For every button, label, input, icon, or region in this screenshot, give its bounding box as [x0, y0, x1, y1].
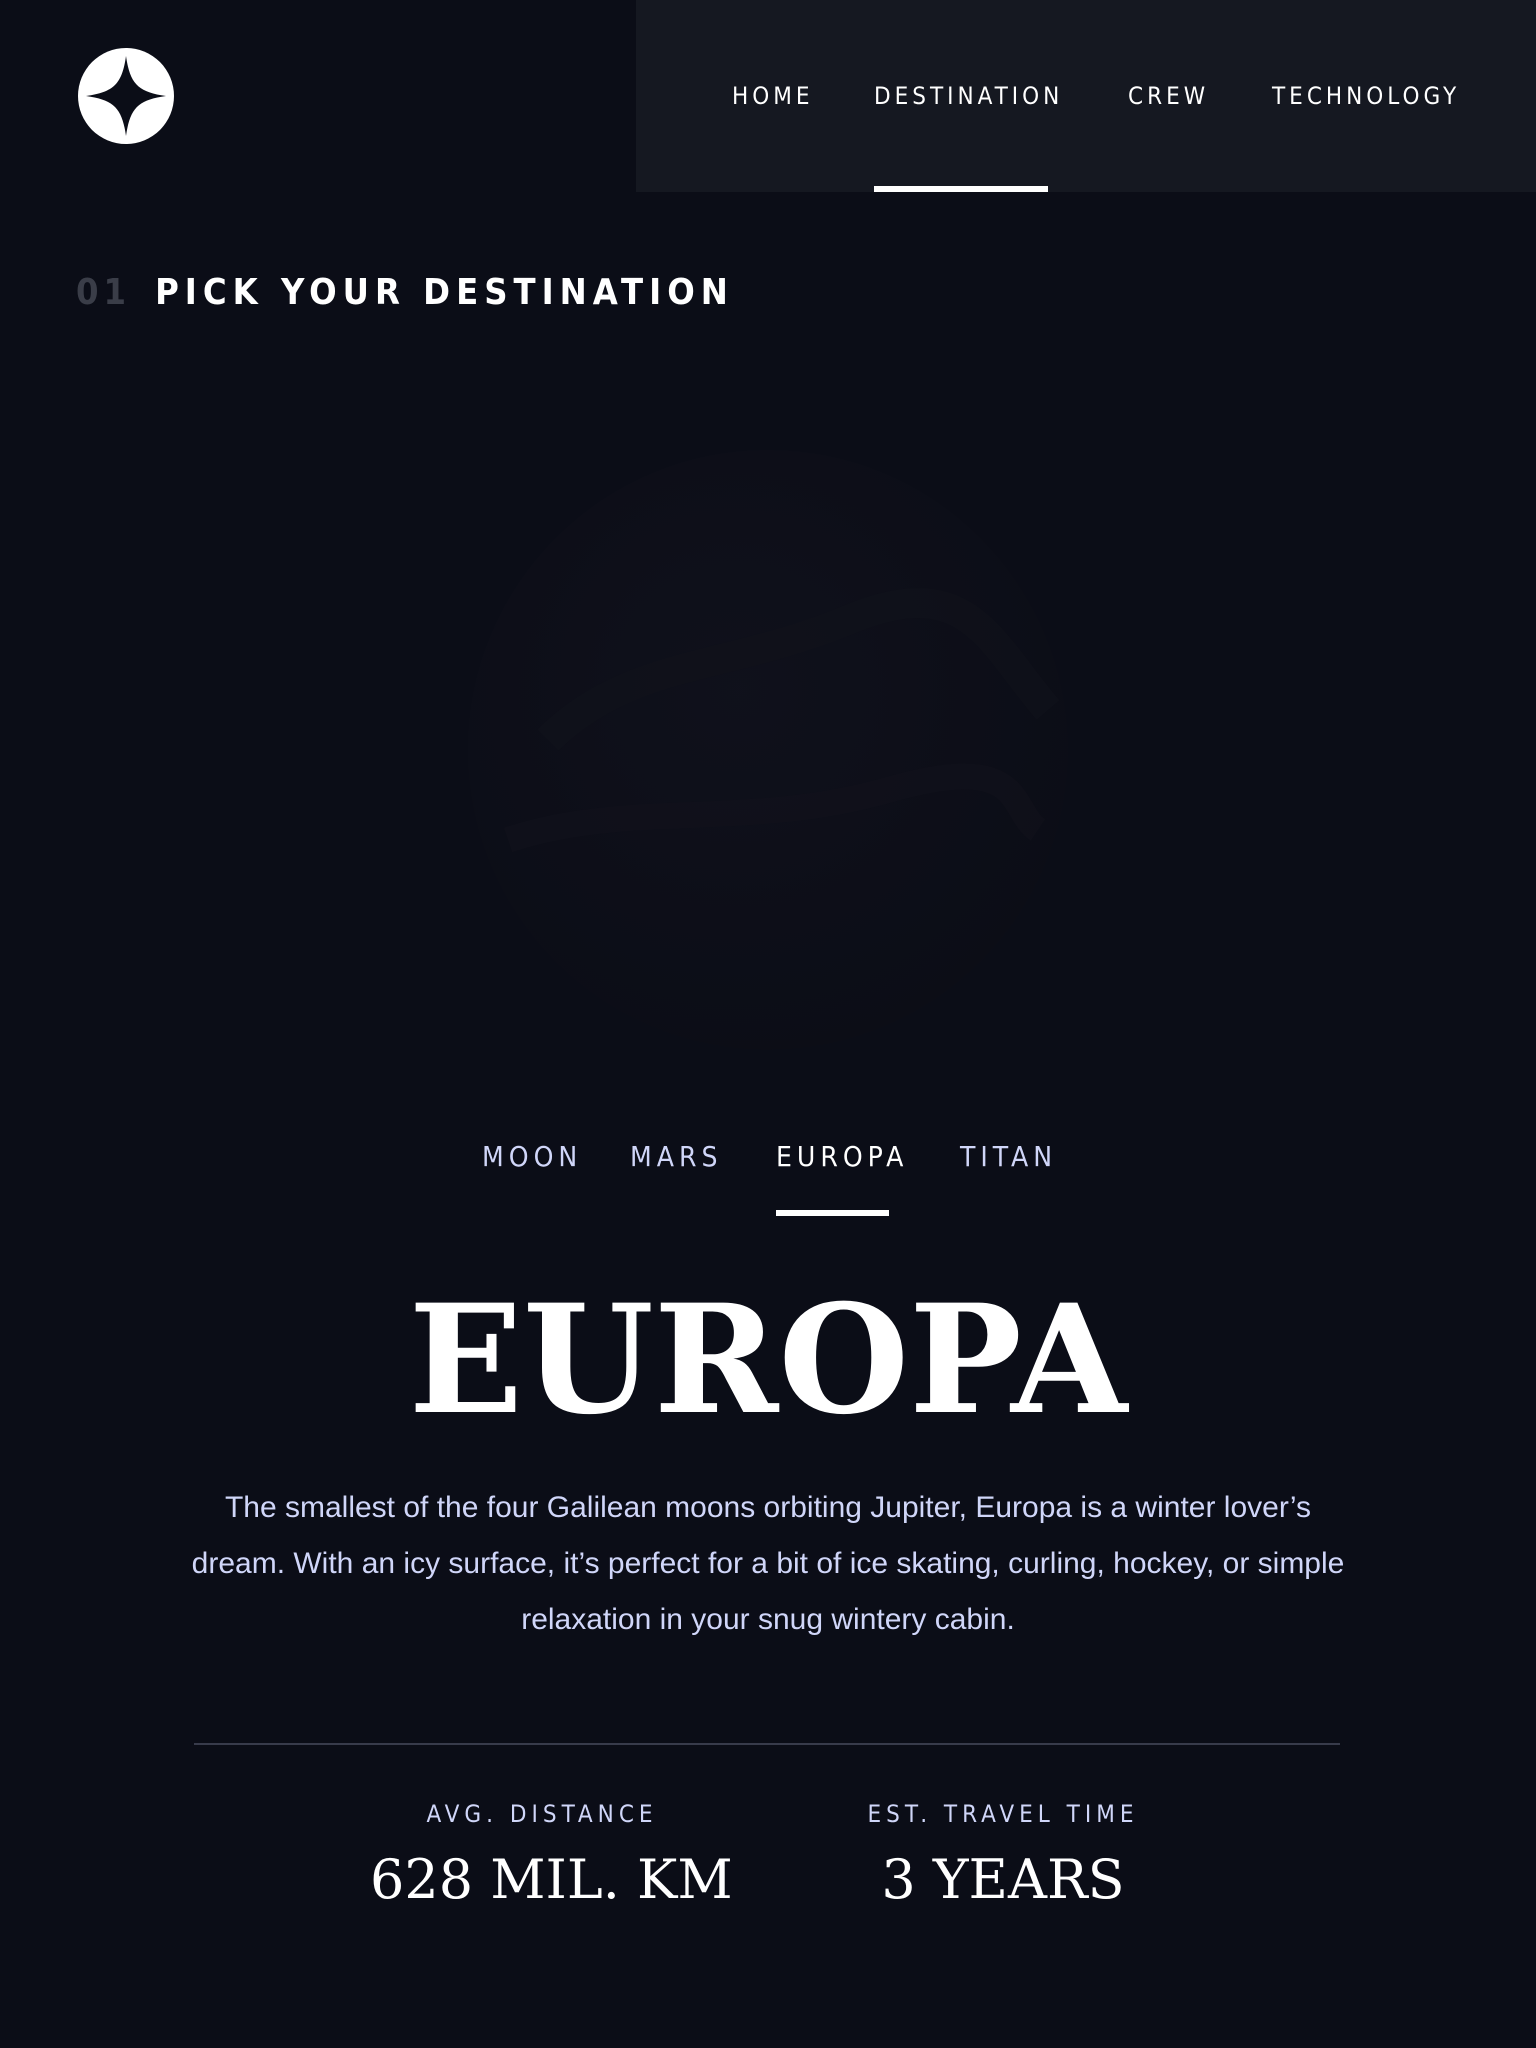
destination-tabs: MOON MARS EUROPA TITAN: [0, 1140, 1536, 1216]
planet-image: [468, 450, 1068, 1050]
page-heading: 01 PICK YOUR DESTINATION: [76, 272, 734, 313]
tab-label: EUROPA: [776, 1140, 909, 1173]
destination-title: EUROPA: [408, 1272, 1128, 1448]
four-point-star-logo-icon[interactable]: [78, 48, 174, 144]
nav-item-home[interactable]: HOME: [732, 0, 814, 192]
tab-label: MARS: [630, 1140, 723, 1173]
nav-item-label: CREW: [1128, 82, 1210, 110]
tab-label: TITAN: [960, 1140, 1058, 1173]
nav-item-label: HOME: [732, 82, 814, 110]
tab-mars[interactable]: MARS: [630, 1140, 722, 1216]
nav-item-label: TECHNOLOGY: [1272, 82, 1461, 110]
stat-travel-time: EST. TRAVEL TIME 3 YEARS: [850, 1800, 1156, 1911]
stat-value: 628 MIL. KM: [370, 1848, 733, 1911]
tab-label: MOON: [482, 1140, 583, 1173]
stat-distance: AVG. DISTANCE 628 MIL. KM: [370, 1800, 733, 1911]
nav-item-label: DESTINATION: [874, 82, 1064, 110]
destination-description: The smallest of the four Galilean moons …: [191, 1491, 1345, 1636]
stat-label: EST. TRAVEL TIME: [867, 1800, 1139, 1828]
stat-value: 3 YEARS: [881, 1848, 1125, 1911]
tab-titan[interactable]: TITAN: [960, 1140, 1057, 1216]
section-number: 01: [76, 272, 132, 313]
stat-label: AVG. DISTANCE: [426, 1800, 658, 1828]
active-tab-indicator: [776, 1210, 889, 1216]
nav-item-crew[interactable]: CREW: [1128, 0, 1209, 192]
nav-item-destination[interactable]: DESTINATION: [874, 0, 1059, 192]
destination-page: HOME DESTINATION CREW TECHNOLOGY 01 PICK …: [0, 0, 1536, 2048]
divider: [194, 1743, 1340, 1745]
active-nav-indicator: [874, 186, 1048, 192]
primary-nav: HOME DESTINATION CREW TECHNOLOGY: [636, 0, 1536, 192]
nav-item-technology[interactable]: TECHNOLOGY: [1272, 0, 1460, 192]
tab-europa[interactable]: EUROPA: [776, 1140, 903, 1216]
section-title: PICK YOUR DESTINATION: [155, 272, 734, 313]
tab-moon[interactable]: MOON: [482, 1140, 582, 1216]
